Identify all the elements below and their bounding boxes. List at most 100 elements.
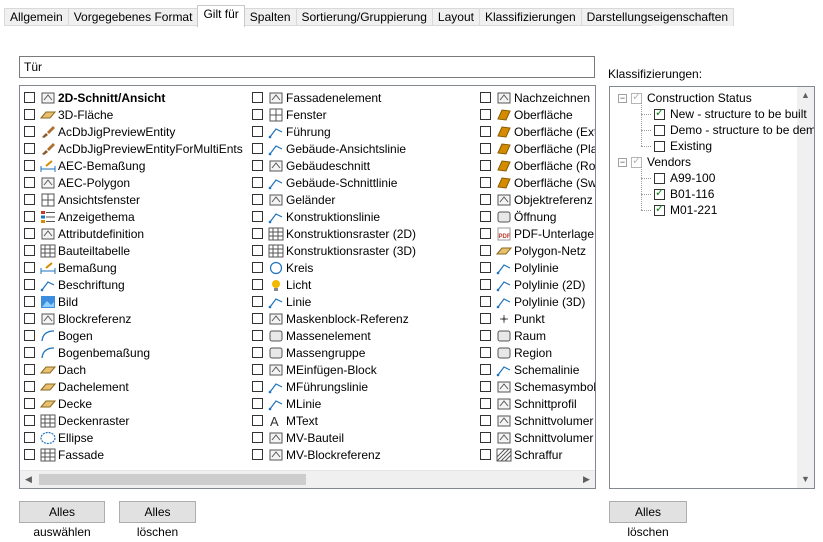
object-type-item[interactable]: Fenster bbox=[252, 106, 416, 123]
object-type-item[interactable]: MV-Blockreferenz bbox=[252, 446, 416, 463]
object-type-item[interactable]: Konstruktionsraster (3D) bbox=[252, 242, 416, 259]
checkbox[interactable] bbox=[252, 109, 263, 120]
filter-input[interactable] bbox=[19, 56, 595, 78]
object-type-item[interactable]: Deckenraster bbox=[24, 412, 243, 429]
object-type-item[interactable]: Dach bbox=[24, 361, 243, 378]
classification-checkbox[interactable] bbox=[654, 140, 665, 152]
checkbox[interactable] bbox=[252, 211, 263, 222]
object-type-item[interactable]: Beschriftung bbox=[24, 276, 243, 293]
object-type-item[interactable]: Region bbox=[480, 344, 595, 361]
object-type-item[interactable]: 2D-Schnitt/Ansicht bbox=[24, 89, 243, 106]
checkbox[interactable] bbox=[480, 432, 491, 443]
vertical-scrollbar[interactable]: ▲ ▼ bbox=[797, 87, 814, 488]
checkbox[interactable] bbox=[252, 398, 263, 409]
checkbox[interactable] bbox=[480, 194, 491, 205]
checkbox[interactable] bbox=[252, 330, 263, 341]
object-type-item[interactable]: Attributdefinition bbox=[24, 225, 243, 242]
checkbox[interactable] bbox=[24, 347, 35, 358]
object-type-item[interactable]: Konstruktionslinie bbox=[252, 208, 416, 225]
object-type-item[interactable]: Polygon-Netz bbox=[480, 242, 595, 259]
object-type-item[interactable]: Schraffur bbox=[480, 446, 595, 463]
object-type-item[interactable]: Nachzeichnen bbox=[480, 89, 595, 106]
checkbox[interactable] bbox=[480, 92, 491, 103]
classification-item[interactable]: ✓ New - structure to be built bbox=[654, 106, 807, 122]
checkbox[interactable] bbox=[252, 194, 263, 205]
checkbox[interactable] bbox=[252, 296, 263, 307]
object-type-item[interactable]: Kreis bbox=[252, 259, 416, 276]
object-type-item[interactable]: MV-Bauteil bbox=[252, 429, 416, 446]
checkbox[interactable] bbox=[24, 126, 35, 137]
checkbox[interactable] bbox=[24, 211, 35, 222]
clear-classifications-button[interactable]: Alles löschen bbox=[609, 501, 687, 539]
object-type-item[interactable]: Schemasymbol bbox=[480, 378, 595, 395]
checkbox[interactable] bbox=[252, 126, 263, 137]
object-type-item[interactable]: Decke bbox=[24, 395, 243, 412]
object-type-item[interactable]: Bogen bbox=[24, 327, 243, 344]
checkbox[interactable] bbox=[480, 160, 491, 171]
tab-vorgegebenes-format[interactable]: Vorgegebenes Format bbox=[67, 8, 199, 26]
checkbox[interactable] bbox=[24, 262, 35, 273]
object-type-item[interactable]: Polylinie (2D) bbox=[480, 276, 595, 293]
checkbox[interactable] bbox=[252, 143, 263, 154]
object-type-item[interactable]: Polylinie (3D) bbox=[480, 293, 595, 310]
object-type-item[interactable]: Oberfläche bbox=[480, 106, 595, 123]
classification-checkbox[interactable] bbox=[654, 172, 665, 184]
checkbox[interactable] bbox=[252, 381, 263, 392]
object-type-item[interactable]: MLinie bbox=[252, 395, 416, 412]
tab-spalten[interactable]: Spalten bbox=[243, 8, 297, 26]
scroll-up-icon[interactable]: ▲ bbox=[797, 87, 814, 104]
object-type-item[interactable]: Führung bbox=[252, 123, 416, 140]
checkbox[interactable] bbox=[480, 330, 491, 341]
checkbox[interactable] bbox=[480, 415, 491, 426]
object-type-item[interactable]: Schemalinie bbox=[480, 361, 595, 378]
checkbox[interactable] bbox=[252, 364, 263, 375]
tab-sortierung-gruppierung[interactable]: Sortierung/Gruppierung bbox=[295, 8, 433, 26]
checkbox[interactable] bbox=[252, 313, 263, 324]
checkbox[interactable] bbox=[480, 313, 491, 324]
checkbox[interactable] bbox=[24, 109, 35, 120]
object-type-item[interactable]: AEC-Polygon bbox=[24, 174, 243, 191]
checkbox[interactable] bbox=[252, 177, 263, 188]
object-type-item[interactable]: A MText bbox=[252, 412, 416, 429]
checkbox[interactable] bbox=[24, 432, 35, 443]
object-type-item[interactable]: Bauteiltabelle bbox=[24, 242, 243, 259]
checkbox[interactable] bbox=[480, 279, 491, 290]
object-type-item[interactable]: Bild bbox=[24, 293, 243, 310]
checkbox[interactable] bbox=[24, 92, 35, 103]
tab-klassifizierungen[interactable]: Klassifizierungen bbox=[478, 8, 582, 26]
checkbox[interactable] bbox=[24, 194, 35, 205]
checkbox[interactable] bbox=[252, 228, 263, 239]
object-type-item[interactable]: Bogenbemaßung bbox=[24, 344, 243, 361]
classification-item[interactable]: A99-100 bbox=[654, 170, 715, 186]
checkbox[interactable] bbox=[480, 347, 491, 358]
checkbox[interactable] bbox=[24, 398, 35, 409]
object-type-item[interactable]: Oberfläche (Pla bbox=[480, 140, 595, 157]
object-type-item[interactable]: Geländer bbox=[252, 191, 416, 208]
checkbox[interactable] bbox=[252, 92, 263, 103]
checkbox[interactable] bbox=[252, 279, 263, 290]
classification-item[interactable]: Demo - structure to be demolis bbox=[654, 122, 814, 138]
classification-item[interactable]: Existing bbox=[654, 138, 712, 154]
checkbox[interactable] bbox=[24, 245, 35, 256]
checkbox[interactable] bbox=[480, 262, 491, 273]
object-type-item[interactable]: Schnittvolumer bbox=[480, 412, 595, 429]
classification-item[interactable]: ✓ B01-116 bbox=[654, 186, 714, 202]
object-type-item[interactable]: Fassadenelement bbox=[252, 89, 416, 106]
object-type-item[interactable]: AcDbJigPreviewEntity bbox=[24, 123, 243, 140]
object-type-item[interactable]: AEC-Bemaßung bbox=[24, 157, 243, 174]
checkbox[interactable] bbox=[24, 330, 35, 341]
checkbox[interactable] bbox=[480, 364, 491, 375]
object-type-item[interactable]: Licht bbox=[252, 276, 416, 293]
checkbox[interactable] bbox=[252, 415, 263, 426]
checkbox[interactable] bbox=[24, 449, 35, 460]
object-type-item[interactable]: Linie bbox=[252, 293, 416, 310]
classification-checkbox[interactable]: ✓ bbox=[631, 155, 642, 168]
object-type-item[interactable]: Massengruppe bbox=[252, 344, 416, 361]
checkbox[interactable] bbox=[252, 245, 263, 256]
object-type-item[interactable]: Massenelement bbox=[252, 327, 416, 344]
checkbox[interactable] bbox=[480, 211, 491, 222]
object-type-item[interactable]: Oberfläche (Ext bbox=[480, 123, 595, 140]
select-all-button[interactable]: Alles auswählen bbox=[19, 501, 105, 539]
checkbox[interactable] bbox=[252, 262, 263, 273]
object-type-item[interactable]: Ansichtsfenster bbox=[24, 191, 243, 208]
